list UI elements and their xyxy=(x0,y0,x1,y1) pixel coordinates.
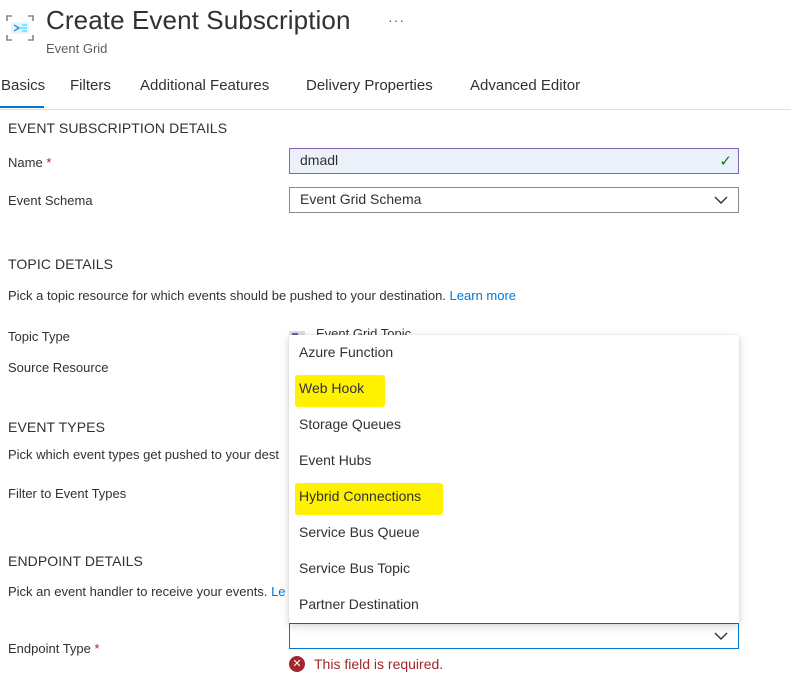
event-schema-label: Event Schema xyxy=(8,193,93,208)
tab-advanced-editor[interactable]: Advanced Editor xyxy=(470,77,580,94)
name-input-value: dmadl xyxy=(300,152,339,168)
endpoint-type-dropdown: Azure Function Web Hook Storage Queues E… xyxy=(289,335,739,623)
more-options-button[interactable]: ··· xyxy=(388,12,405,28)
tab-delivery-properties[interactable]: Delivery Properties xyxy=(306,77,433,94)
event-grid-icon xyxy=(4,12,36,44)
name-label: Name * xyxy=(8,155,51,170)
tab-additional-features[interactable]: Additional Features xyxy=(140,77,269,94)
filter-event-types-label: Filter to Event Types xyxy=(8,486,127,501)
source-resource-label: Source Resource xyxy=(8,360,109,375)
dropdown-option-partner-destination[interactable]: Partner Destination xyxy=(299,594,419,614)
dropdown-option-web-hook[interactable]: Web Hook xyxy=(299,378,364,398)
chevron-down-icon xyxy=(714,632,728,640)
topic-details-description: Pick a topic resource for which events s… xyxy=(8,288,516,303)
page-title: Create Event Subscription xyxy=(46,5,351,35)
required-marker: * xyxy=(46,155,52,170)
endpoint-description-text: Pick an event handler to receive your ev… xyxy=(8,584,268,599)
event-schema-value: Event Grid Schema xyxy=(300,191,422,207)
endpoint-details-description: Pick an event handler to receive your ev… xyxy=(8,584,286,599)
topic-learn-more-link[interactable]: Learn more xyxy=(450,288,516,303)
dropdown-option-azure-function[interactable]: Azure Function xyxy=(299,342,393,362)
dropdown-option-event-hubs[interactable]: Event Hubs xyxy=(299,450,371,470)
event-subscription-details-header: EVENT SUBSCRIPTION DETAILS xyxy=(8,120,228,136)
event-types-header: EVENT TYPES xyxy=(8,419,106,435)
event-schema-select[interactable]: Event Grid Schema xyxy=(289,187,739,213)
endpoint-learn-more-link[interactable]: Le xyxy=(271,584,285,599)
active-tab-indicator xyxy=(0,106,44,108)
topic-description-text: Pick a topic resource for which events s… xyxy=(8,288,446,303)
topic-type-label: Topic Type xyxy=(8,329,70,344)
endpoint-details-header: ENDPOINT DETAILS xyxy=(8,553,143,569)
name-input[interactable]: dmadl ✓ xyxy=(289,148,739,174)
dropdown-option-hybrid-connections[interactable]: Hybrid Connections xyxy=(299,486,421,506)
tab-bar: Basics Filters Additional Features Deliv… xyxy=(0,77,791,111)
page-subtitle: Event Grid xyxy=(46,41,108,56)
endpoint-type-label: Endpoint Type * xyxy=(8,641,100,656)
dropdown-option-storage-queues[interactable]: Storage Queues xyxy=(299,414,401,434)
topic-details-header: TOPIC DETAILS xyxy=(8,256,114,272)
required-marker: * xyxy=(94,641,100,656)
dropdown-option-service-bus-topic[interactable]: Service Bus Topic xyxy=(299,558,410,578)
endpoint-type-error: This field is required. xyxy=(314,656,444,672)
chevron-down-icon xyxy=(714,196,728,204)
error-icon: ✕ xyxy=(289,656,305,672)
tab-basics[interactable]: Basics xyxy=(1,77,45,94)
endpoint-type-select[interactable] xyxy=(289,623,739,649)
tab-filters[interactable]: Filters xyxy=(70,77,111,94)
endpoint-type-label-text: Endpoint Type xyxy=(8,641,91,656)
name-label-text: Name xyxy=(8,155,43,170)
event-types-description: Pick which event types get pushed to you… xyxy=(8,447,279,462)
tabs-divider xyxy=(0,109,791,110)
checkmark-icon: ✓ xyxy=(719,153,732,170)
dropdown-option-service-bus-queue[interactable]: Service Bus Queue xyxy=(299,522,420,542)
